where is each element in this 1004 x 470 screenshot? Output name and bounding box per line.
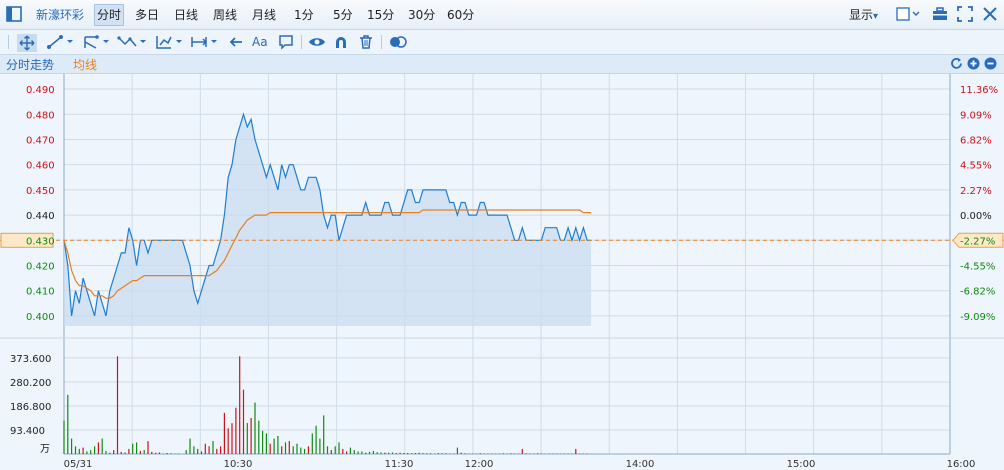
tab-1min[interactable]: 1分 bbox=[294, 5, 314, 25]
current-price-label: 0.430 bbox=[26, 236, 55, 247]
tab-weekly[interactable]: 周线 bbox=[213, 5, 237, 25]
price-label: 0.410 bbox=[26, 287, 55, 298]
tab-30min[interactable]: 30分 bbox=[408, 5, 435, 25]
stock-name[interactable]: 新濠环彩 bbox=[36, 5, 84, 25]
current-percent-label: -2.27% bbox=[960, 236, 995, 247]
time-label: 11:30 bbox=[385, 459, 414, 470]
trash-icon[interactable] bbox=[358, 34, 374, 50]
percent-label: 2.27% bbox=[960, 186, 992, 197]
percent-label: -6.82% bbox=[960, 287, 995, 298]
volume-label: 280.200 bbox=[10, 378, 51, 389]
time-label: 12:00 bbox=[465, 459, 494, 470]
tab-daily[interactable]: 日线 bbox=[174, 5, 198, 25]
arrow-left-icon[interactable] bbox=[228, 34, 244, 50]
comment-tool-icon[interactable] bbox=[278, 34, 294, 50]
layout-square-icon[interactable] bbox=[896, 7, 922, 21]
display-label: 显示 bbox=[849, 8, 874, 22]
price-label: 0.420 bbox=[26, 262, 55, 273]
display-arrow: ▾ bbox=[873, 11, 879, 22]
zoom-out-icon[interactable] bbox=[984, 57, 997, 70]
line-tool-icon[interactable] bbox=[46, 34, 76, 50]
volume-label: 93.400 bbox=[10, 426, 45, 437]
time-label: 16:00 bbox=[947, 459, 976, 470]
tab-60min[interactable]: 60分 bbox=[447, 5, 474, 25]
price-label: 0.490 bbox=[26, 85, 55, 96]
tab-5min[interactable]: 5分 bbox=[333, 5, 353, 25]
eye-icon[interactable] bbox=[308, 34, 326, 50]
percent-label: 0.00% bbox=[960, 211, 992, 222]
percent-label: -9.09% bbox=[960, 312, 995, 323]
chart-header: 分时走势 均线 bbox=[0, 55, 1004, 74]
tab-15min[interactable]: 15分 bbox=[367, 5, 394, 25]
channel-tool-icon[interactable] bbox=[82, 34, 112, 50]
price-label: 0.460 bbox=[26, 161, 55, 172]
price-label: 0.450 bbox=[26, 186, 55, 197]
time-label: 14:00 bbox=[626, 459, 655, 470]
percent-label: 6.82% bbox=[960, 135, 992, 146]
time-label: 15:00 bbox=[787, 459, 816, 470]
volume-label: 186.800 bbox=[10, 402, 51, 413]
percent-label: -4.55% bbox=[960, 262, 995, 273]
price-label: 0.480 bbox=[26, 110, 55, 121]
wave-tool-icon[interactable] bbox=[117, 34, 149, 50]
volume-unit: 万 bbox=[40, 444, 50, 455]
fibonacci-tool-icon[interactable] bbox=[155, 34, 185, 50]
price-label: 0.440 bbox=[26, 211, 55, 222]
percent-label: 9.09% bbox=[960, 110, 992, 121]
zoom-in-icon[interactable] bbox=[967, 57, 980, 70]
text-tool-icon[interactable]: Aa bbox=[252, 34, 268, 50]
toolbox-icon[interactable] bbox=[932, 6, 948, 22]
percent-label: 11.36% bbox=[960, 85, 998, 96]
tab-minute[interactable]: 分时 bbox=[94, 4, 125, 26]
tab-monthly[interactable]: 月线 bbox=[252, 5, 276, 25]
drawing-toolbar: Aa bbox=[0, 30, 1004, 55]
refresh-icon[interactable] bbox=[950, 57, 963, 70]
close-icon[interactable] bbox=[982, 6, 998, 22]
avg-legend: 均线 bbox=[73, 58, 98, 72]
period-toolbar: 新濠环彩 分时 多日 日线 周线 月线 1分 5分 15分 30分 60分 显示… bbox=[0, 0, 1004, 30]
fullscreen-icon[interactable] bbox=[957, 6, 973, 22]
panel-toggle-icon[interactable] bbox=[6, 6, 22, 22]
percent-label: 4.55% bbox=[960, 161, 992, 172]
magnet-icon[interactable] bbox=[333, 34, 349, 50]
time-label: 10:30 bbox=[224, 459, 253, 470]
measure-tool-icon[interactable] bbox=[190, 34, 220, 50]
time-label: 05/31 bbox=[64, 459, 93, 470]
price-label: 0.470 bbox=[26, 135, 55, 146]
move-cursor-icon[interactable] bbox=[17, 34, 37, 52]
intraday-chart[interactable]: 0.490 0.480 0.470 0.460 0.450 0.440 0.430 0.420… bbox=[0, 74, 1004, 470]
tab-multiday[interactable]: 多日 bbox=[135, 5, 159, 25]
display-menu[interactable]: 显示▾ bbox=[849, 5, 878, 25]
compare-icon[interactable] bbox=[389, 34, 407, 50]
volume-label: 373.600 bbox=[10, 354, 51, 365]
price-label: 0.400 bbox=[26, 312, 55, 323]
chart-title: 分时走势 bbox=[6, 58, 55, 72]
